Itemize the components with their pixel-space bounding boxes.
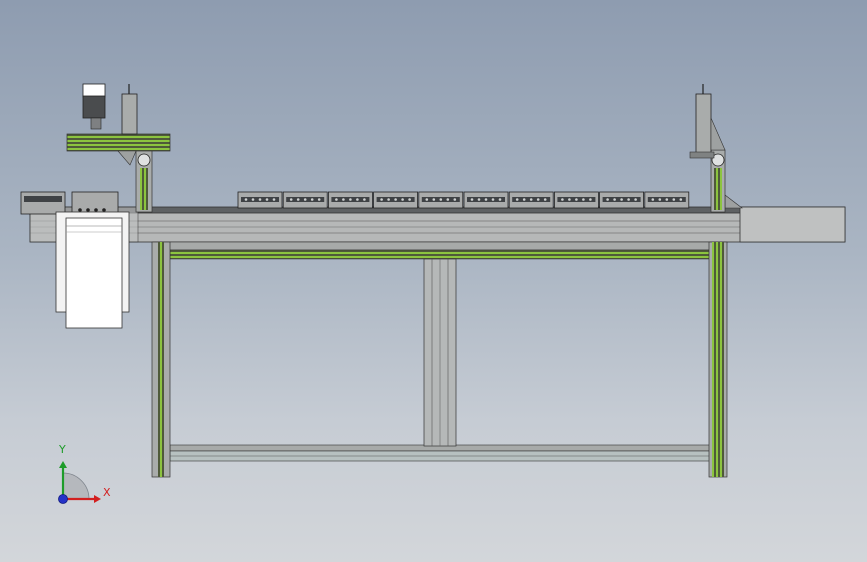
carrier <box>327 191 373 209</box>
table-frame <box>151 241 728 478</box>
x-axis-label: X <box>103 486 111 499</box>
z-axis-dot <box>58 494 68 504</box>
carrier <box>282 191 328 209</box>
carrier <box>644 191 690 209</box>
right-sensor-station <box>689 84 726 213</box>
coordinate-triad <box>58 461 101 504</box>
carrier <box>463 191 509 209</box>
carrier-row <box>237 191 690 209</box>
carrier <box>508 191 554 209</box>
carrier <box>554 191 599 209</box>
conveyor-assembly-view[interactable] <box>0 0 867 562</box>
carrier <box>599 191 644 209</box>
y-axis-label: Y <box>59 443 66 456</box>
cad-viewport[interactable]: X Y <box>0 0 867 562</box>
carrier <box>373 191 419 209</box>
infeed-bin <box>55 211 130 329</box>
carrier <box>418 191 464 209</box>
carrier <box>237 191 283 209</box>
